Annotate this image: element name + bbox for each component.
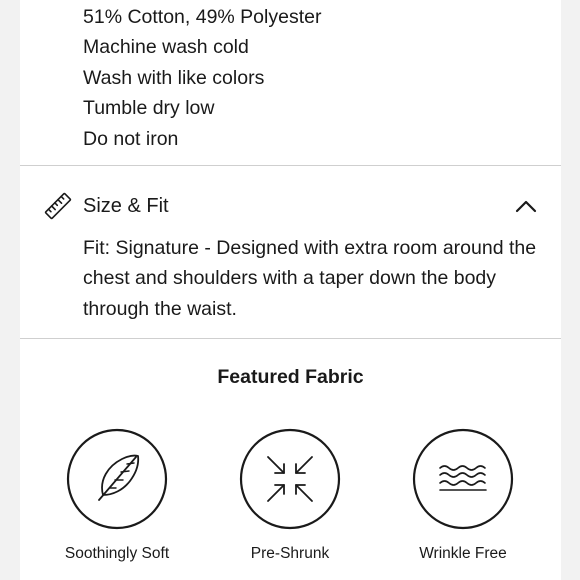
product-details-panel: 51% Cotton, 49% Polyester Machine wash c… bbox=[20, 0, 561, 580]
feature-soothingly-soft: Soothingly Soft bbox=[42, 428, 192, 568]
care-item: Do not iron bbox=[83, 127, 179, 150]
care-item: Wash with like colors bbox=[83, 66, 265, 89]
feature-label: Soothingly Soft bbox=[64, 545, 170, 562]
care-item: Tumble dry low bbox=[83, 97, 215, 120]
ruler-icon bbox=[44, 192, 72, 220]
feature-label: Wrinkle Free bbox=[419, 545, 507, 562]
care-item: Machine wash cold bbox=[83, 36, 249, 59]
size-fit-title: Size & Fit bbox=[83, 195, 169, 217]
feature-pre-shrunk: Pre-Shrunk bbox=[215, 428, 365, 568]
care-instructions-list: 51% Cotton, 49% Polyester Machine wash c… bbox=[83, 2, 321, 154]
size-fit-accordion-header[interactable]: Size & Fit bbox=[20, 188, 561, 226]
feather-icon bbox=[66, 428, 168, 530]
size-fit-description: Fit: Signature - Designed with extra roo… bbox=[83, 237, 537, 320]
shrink-arrows-icon bbox=[239, 428, 341, 530]
feature-wrinkle-free: Wrinkle Free bbox=[388, 428, 538, 568]
section-divider bbox=[20, 165, 561, 166]
care-item: 51% Cotton, 49% Polyester bbox=[83, 6, 322, 28]
featured-fabric-title: Featured Fabric bbox=[217, 366, 364, 388]
section-divider bbox=[20, 338, 561, 339]
feature-label: Pre-Shrunk bbox=[250, 545, 330, 562]
wavy-lines-icon bbox=[412, 428, 514, 530]
chevron-up-icon[interactable] bbox=[514, 197, 538, 215]
